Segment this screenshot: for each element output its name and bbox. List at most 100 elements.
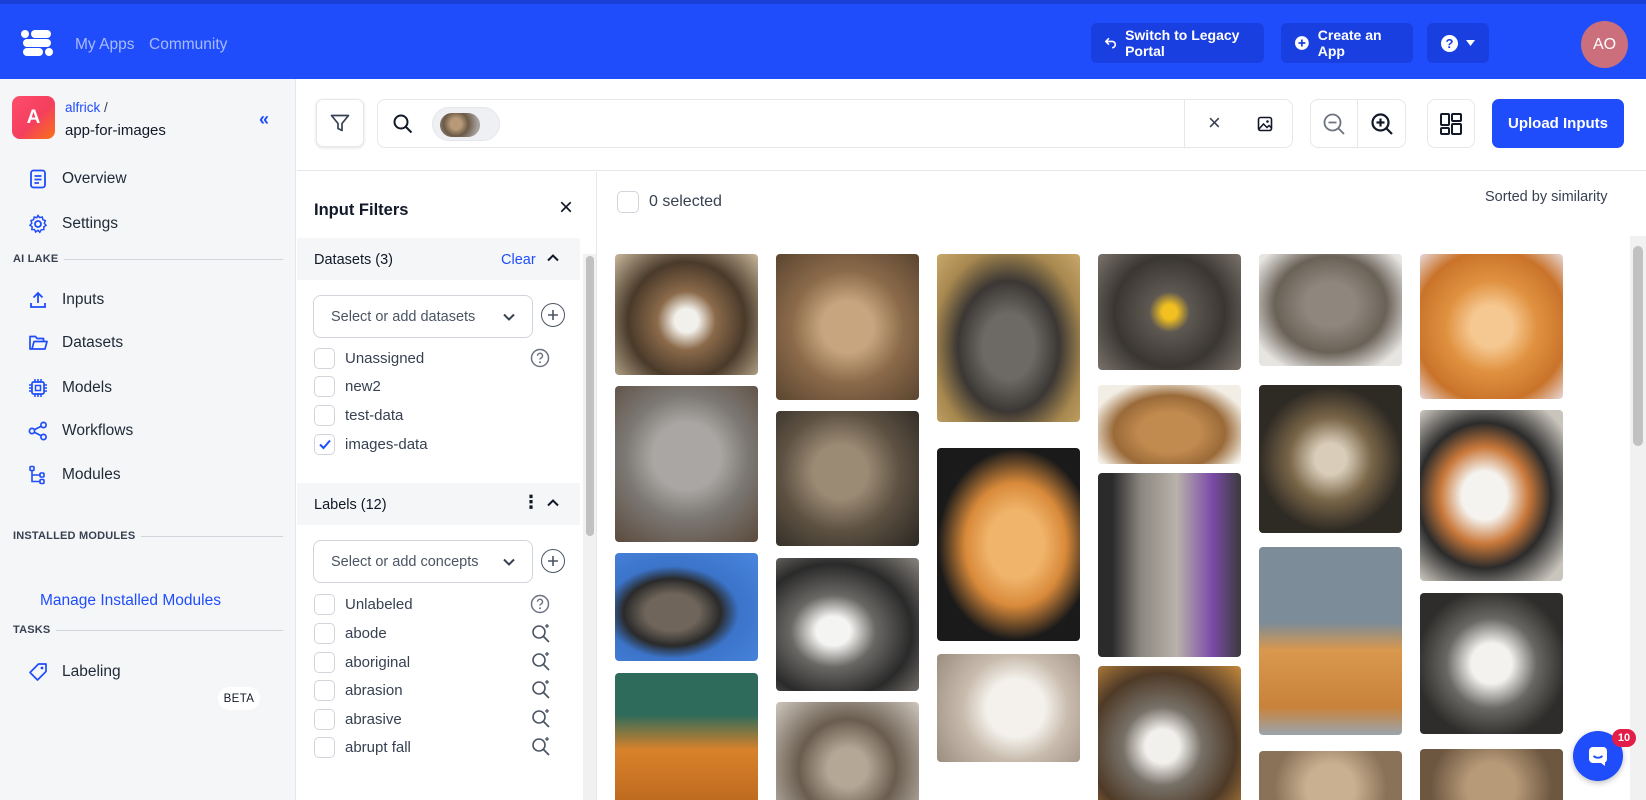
magic-search-icon[interactable]: [530, 622, 552, 644]
checkbox[interactable]: [314, 679, 335, 701]
image-tile[interactable]: [615, 254, 758, 375]
image-tile[interactable]: [937, 654, 1080, 762]
add-dataset-button[interactable]: [541, 303, 565, 327]
sidebar-item-workflows[interactable]: Workflows: [28, 418, 133, 444]
checkbox-checked[interactable]: [314, 433, 335, 455]
undo-arrow-icon: [1105, 37, 1116, 49]
image-tile[interactable]: [1098, 385, 1241, 464]
chevron-up-icon[interactable]: [545, 250, 561, 266]
datasets-select[interactable]: Select or add datasets: [313, 295, 533, 338]
label-option-label: abrasion: [345, 681, 403, 699]
label-option[interactable]: abode: [314, 622, 387, 644]
image-tile[interactable]: [937, 254, 1080, 422]
upload-inputs-button[interactable]: Upload Inputs: [1492, 99, 1624, 148]
dataset-option[interactable]: test-data: [314, 404, 403, 426]
layout-grid-button[interactable]: [1427, 99, 1475, 148]
checkbox[interactable]: [314, 622, 335, 644]
help-circle-icon[interactable]: [530, 348, 550, 368]
clear-datasets-button[interactable]: Clear: [501, 252, 536, 268]
image-tile[interactable]: [1420, 749, 1563, 800]
checkbox[interactable]: [314, 375, 335, 397]
nav-community[interactable]: Community: [149, 36, 227, 54]
image-search-icon[interactable]: [1256, 115, 1274, 133]
datasets-filter-header[interactable]: Datasets (3) Clear: [297, 238, 580, 280]
filters-scrollbar[interactable]: [583, 254, 596, 800]
clear-search-button[interactable]: ×: [1208, 112, 1221, 134]
image-tile[interactable]: [1420, 410, 1563, 581]
help-menu-button[interactable]: ?: [1427, 23, 1489, 63]
checkbox[interactable]: [314, 708, 335, 730]
label-option[interactable]: Unlabeled: [314, 593, 413, 615]
image-tile[interactable]: [776, 558, 919, 691]
image-tile[interactable]: [1259, 751, 1402, 800]
label-option[interactable]: abrupt fall: [314, 736, 411, 758]
sidebar-item-inputs[interactable]: Inputs: [28, 287, 104, 313]
checkbox[interactable]: [314, 404, 335, 426]
sidebar-item-modules[interactable]: Modules: [28, 462, 121, 488]
image-tile[interactable]: [1098, 473, 1241, 657]
switch-legacy-button[interactable]: Switch to Legacy Portal: [1091, 23, 1264, 63]
filter-toggle-button[interactable]: [316, 99, 364, 147]
chevron-down-icon: [503, 558, 515, 566]
magic-search-icon[interactable]: [530, 678, 552, 700]
sidebar-item-overview[interactable]: Overview: [28, 166, 127, 192]
more-options-icon[interactable]: ⋮: [522, 493, 540, 511]
owner-link[interactable]: alfrick: [65, 100, 100, 115]
magic-search-icon[interactable]: [530, 650, 552, 672]
image-tile[interactable]: [615, 553, 758, 661]
manage-installed-modules-link[interactable]: Manage Installed Modules: [40, 592, 221, 610]
dataset-option[interactable]: images-data: [314, 433, 428, 455]
dataset-option[interactable]: new2: [314, 375, 381, 397]
zoom-out-button[interactable]: [1311, 100, 1359, 147]
image-tile[interactable]: [937, 448, 1080, 641]
create-app-button[interactable]: Create an App: [1281, 23, 1413, 63]
image-tile[interactable]: [1420, 254, 1563, 399]
image-tile[interactable]: [1259, 547, 1402, 735]
image-tile[interactable]: [615, 673, 758, 800]
image-tile[interactable]: [1098, 254, 1241, 370]
image-tile[interactable]: [1420, 593, 1563, 734]
sidebar-item-models[interactable]: Models: [28, 375, 112, 401]
query-image-chip[interactable]: [432, 107, 500, 141]
image-tile[interactable]: [615, 386, 758, 542]
gallery-scrollbar[interactable]: [1630, 236, 1646, 800]
scrollbar-thumb[interactable]: [586, 256, 594, 536]
label-option[interactable]: abrasion: [314, 679, 403, 701]
sort-indicator[interactable]: Sorted by similarity: [1485, 189, 1607, 205]
chevron-up-icon[interactable]: [545, 495, 561, 511]
image-tile[interactable]: [776, 702, 919, 800]
zoom-in-button[interactable]: [1358, 100, 1405, 147]
label-option[interactable]: aboriginal: [314, 651, 410, 673]
concepts-select[interactable]: Select or add concepts: [313, 540, 533, 583]
checkbox[interactable]: [314, 736, 335, 758]
image-tile[interactable]: [1259, 254, 1402, 366]
sidebar-item-labeling[interactable]: Labeling: [28, 659, 121, 685]
checkbox[interactable]: [314, 651, 335, 673]
collapse-sidebar-button[interactable]: «: [259, 109, 269, 130]
help-circle-icon[interactable]: [530, 594, 550, 614]
image-tile[interactable]: [1259, 385, 1402, 533]
image-tile[interactable]: [776, 254, 919, 400]
add-concept-button[interactable]: [541, 549, 565, 573]
image-tile[interactable]: [776, 411, 919, 546]
section-title-text: TASKS: [13, 624, 51, 636]
section-divider: [64, 258, 283, 260]
label-option[interactable]: abrasive: [314, 708, 402, 730]
clarifai-logo-icon[interactable]: [19, 25, 55, 61]
magic-search-icon[interactable]: [530, 735, 552, 757]
search-box[interactable]: ×: [377, 99, 1293, 148]
sidebar-item-datasets[interactable]: Datasets: [28, 330, 123, 356]
scrollbar-thumb[interactable]: [1633, 246, 1643, 446]
labels-filter-header[interactable]: Labels (12) ⋮: [297, 483, 580, 525]
sidebar-item-settings[interactable]: Settings: [28, 211, 118, 237]
magic-search-icon[interactable]: [530, 707, 552, 729]
nav-my-apps[interactable]: My Apps: [75, 36, 134, 54]
image-tile[interactable]: [1098, 666, 1241, 800]
checkbox[interactable]: [314, 593, 335, 615]
checkbox[interactable]: [314, 347, 335, 369]
sidebar-item-label: Overview: [62, 170, 127, 187]
dataset-option[interactable]: Unassigned: [314, 347, 424, 369]
close-filters-button[interactable]: ×: [559, 194, 573, 222]
user-avatar[interactable]: AO: [1581, 21, 1628, 68]
select-all-checkbox[interactable]: [617, 191, 639, 213]
